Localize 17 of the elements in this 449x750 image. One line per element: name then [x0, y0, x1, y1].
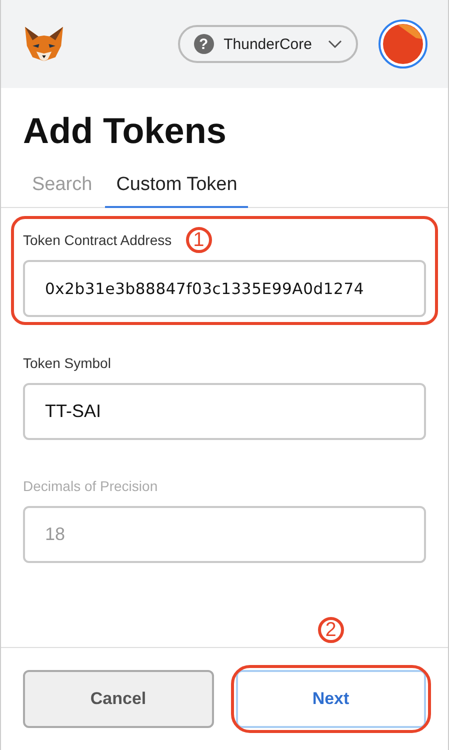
network-name: ThunderCore	[224, 36, 312, 52]
field-label: Token Contract Address	[23, 232, 172, 248]
chevron-down-icon	[328, 40, 342, 48]
help-icon: ?	[194, 34, 214, 54]
step-marker: 1	[186, 227, 212, 253]
input-field[interactable]: TT-SAI	[23, 383, 426, 440]
account-avatar[interactable]	[378, 19, 428, 69]
tab[interactable]: Custom Token	[105, 174, 248, 208]
field-label: Token Symbol	[23, 355, 111, 371]
cancel-button[interactable]: Cancel	[23, 670, 214, 728]
input-field[interactable]: 0x2b31e3b88847f03c1335E99A0d1274	[23, 260, 426, 317]
page-title: Add Tokens	[23, 110, 228, 152]
next-button[interactable]: Next	[236, 670, 426, 728]
network-selector[interactable]: ? ThunderCore	[178, 25, 358, 63]
step-marker: 2	[318, 617, 344, 643]
field-label: Decimals of Precision	[23, 478, 158, 494]
fox-logo-icon	[23, 25, 65, 63]
